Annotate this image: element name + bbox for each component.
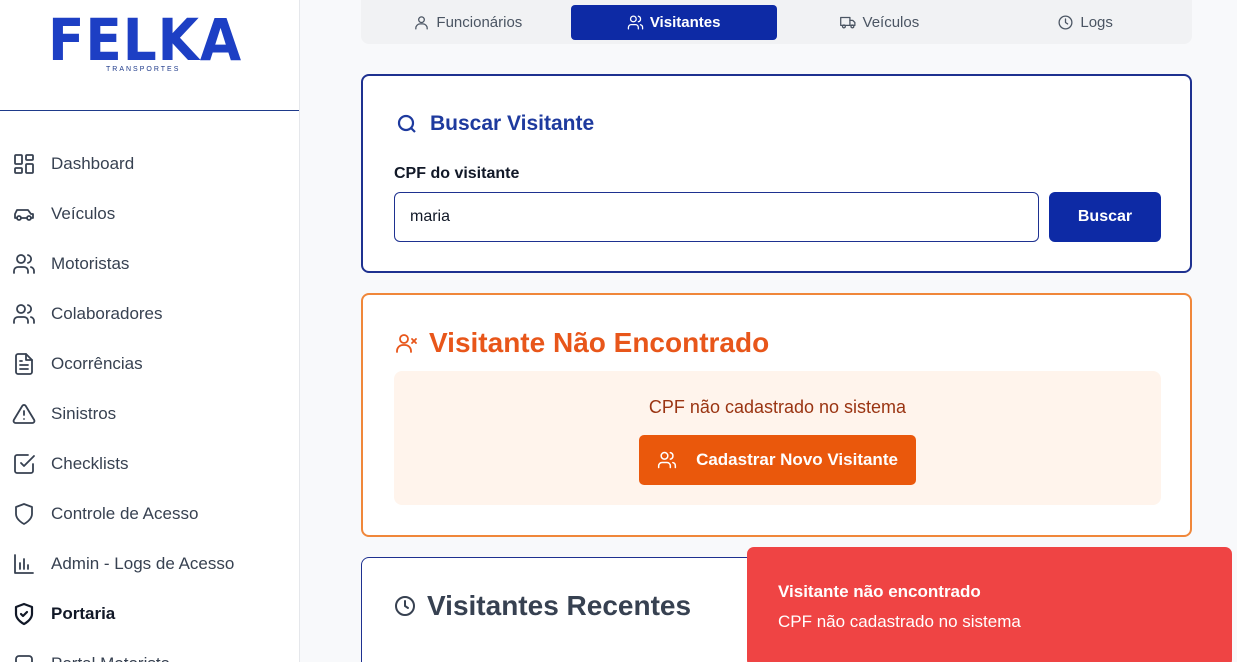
register-visitor-button[interactable]: Cadastrar Novo Visitante (639, 435, 916, 485)
sidebar-item-label: Ocorrências (51, 354, 143, 373)
brand-subtitle: TRANSPORTES (106, 66, 181, 73)
clock-icon (1058, 14, 1073, 30)
dashboard-icon (12, 152, 36, 176)
tab-label: Veículos (862, 13, 920, 31)
not-found-title: Visitante Não Encontrado (395, 327, 769, 359)
tab-veiculos[interactable]: Veículos (777, 5, 983, 40)
shield-check-icon (12, 602, 36, 626)
not-found-message: CPF não cadastrado no sistema (648, 397, 907, 417)
sidebar-item-label: Checklists (51, 454, 129, 473)
user-x-icon (396, 334, 417, 353)
sidebar-item-label: Veículos (51, 204, 116, 223)
search-card-title: Buscar Visitante (395, 112, 594, 136)
sidebar-item-admin-logs[interactable]: Admin - Logs de Acesso (0, 539, 299, 589)
bar-chart-icon (12, 552, 36, 576)
tab-funcionarios[interactable]: Funcionários (365, 5, 571, 40)
sidebar: FELKA TRANSPORTES Dashboard Veículos Mot… (0, 0, 300, 662)
search-button[interactable]: Buscar (1049, 192, 1161, 242)
sidebar-item-dashboard[interactable]: Dashboard (0, 139, 299, 189)
clock-icon (395, 596, 415, 616)
recent-title-text: Visitantes Recentes (427, 590, 692, 621)
sidebar-item-label: Portal Motorista (51, 654, 170, 662)
sidebar-item-label: Colaboradores (51, 304, 163, 323)
sidebar-nav: Dashboard Veículos Motoristas Colaborado… (0, 139, 299, 662)
sidebar-item-label: Controle de Acesso (51, 504, 199, 523)
register-visitor-label: Cadastrar Novo Visitante (696, 450, 898, 469)
sidebar-item-label: Sinistros (51, 404, 117, 423)
tab-label: Visitantes (649, 13, 721, 31)
tab-visitantes[interactable]: Visitantes (570, 4, 777, 40)
sidebar-item-colaboradores[interactable]: Colaboradores (0, 289, 299, 339)
users-icon (12, 302, 36, 326)
alert-triangle-icon (12, 402, 36, 426)
error-toast[interactable]: Visitante não encontrado CPF não cadastr… (747, 547, 1232, 662)
users-icon (12, 252, 36, 276)
users-icon (627, 14, 644, 30)
tab-label: Logs (1080, 13, 1113, 31)
not-found-title-text: Visitante Não Encontrado (429, 327, 770, 358)
brand-logo: FELKA (48, 6, 243, 74)
user-icon (415, 15, 429, 30)
sidebar-item-label: Admin - Logs de Acesso (51, 554, 235, 573)
shield-icon (12, 502, 36, 526)
sidebar-item-motoristas[interactable]: Motoristas (0, 239, 299, 289)
sidebar-item-label: Portaria (51, 604, 116, 623)
cpf-field-label: CPF do visitante (394, 165, 520, 182)
recent-visitors-title: Visitantes Recentes (393, 590, 691, 622)
search-visitor-card: Buscar Visitante CPF do visitante Buscar (361, 74, 1192, 273)
square-icon (12, 652, 36, 662)
toast-title: Visitante não encontrado (778, 582, 981, 601)
sidebar-item-sinistros[interactable]: Sinistros (0, 389, 299, 439)
toast-description: CPF não cadastrado no sistema (778, 612, 1021, 631)
sidebar-item-ocorrencias[interactable]: Ocorrências (0, 339, 299, 389)
car-icon (12, 202, 36, 226)
sidebar-item-portaria[interactable]: Portaria (0, 589, 299, 639)
sidebar-item-label: Dashboard (51, 154, 135, 173)
cpf-input[interactable] (394, 192, 1039, 242)
sidebar-item-checklists[interactable]: Checklists (0, 439, 299, 489)
truck-icon (839, 16, 856, 28)
search-icon (397, 114, 416, 133)
search-title-text: Buscar Visitante (430, 112, 595, 135)
tab-label: Funcionários (436, 13, 523, 31)
sidebar-item-portal-motorista[interactable]: Portal Motorista (0, 639, 299, 662)
sidebar-item-label: Motoristas (51, 254, 130, 273)
visitor-not-found-card: Visitante Não Encontrado CPF não cadastr… (361, 293, 1192, 537)
portaria-tabs: Funcionários Visitantes Veículos Logs (361, 0, 1192, 44)
sidebar-item-controle-acesso[interactable]: Controle de Acesso (0, 489, 299, 539)
logo-area: FELKA TRANSPORTES (0, 0, 299, 111)
file-text-icon (12, 352, 36, 376)
sidebar-item-veiculos[interactable]: Veículos (0, 189, 299, 239)
check-square-icon (12, 452, 36, 476)
tab-logs[interactable]: Logs (982, 5, 1188, 40)
users-icon (657, 451, 677, 469)
not-found-message-box: CPF não cadastrado no sistema Cadastrar … (394, 371, 1161, 505)
